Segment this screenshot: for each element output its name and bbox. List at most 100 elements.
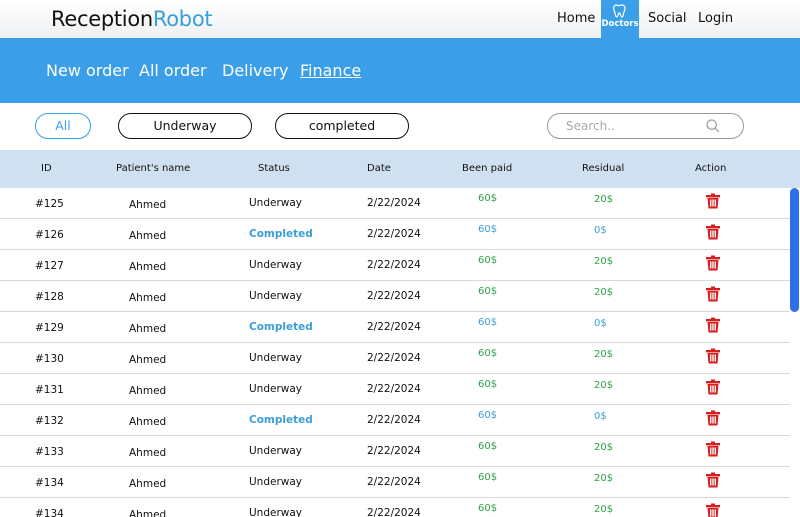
cell-been-paid: 60$ bbox=[478, 286, 498, 297]
cell-patient-name: Ahmed bbox=[129, 230, 167, 242]
trash-icon[interactable] bbox=[705, 348, 721, 364]
cell-patient-name: Ahmed bbox=[129, 292, 167, 304]
cell-date: 2/22/2024 bbox=[367, 383, 421, 395]
nav-doctors-label: Doctors bbox=[601, 19, 639, 29]
trash-icon[interactable] bbox=[705, 441, 721, 457]
nav-login[interactable]: Login bbox=[698, 11, 733, 26]
tab-all-order[interactable]: All order bbox=[139, 61, 207, 80]
cell-patient-name: Ahmed bbox=[129, 447, 167, 459]
cell-residual: 20$ bbox=[594, 287, 614, 298]
cell-date: 2/22/2024 bbox=[367, 414, 421, 426]
cell-date: 2/22/2024 bbox=[367, 197, 421, 209]
trash-icon[interactable] bbox=[705, 410, 721, 426]
cell-id: #132 bbox=[35, 415, 64, 427]
table-scrollbar[interactable] bbox=[790, 188, 799, 312]
cell-id: #133 bbox=[35, 446, 64, 458]
cell-date: 2/22/2024 bbox=[367, 228, 421, 240]
trash-icon[interactable] bbox=[705, 286, 721, 302]
cell-status: Completed bbox=[249, 321, 313, 333]
table-row: #127 Ahmed Underway 2/22/2024 60$ 20$ bbox=[0, 250, 790, 281]
cell-status: Underway bbox=[249, 445, 303, 457]
cell-been-paid: 60$ bbox=[478, 472, 498, 483]
table-row: #131 Ahmed Underway 2/22/2024 60$ 20$ bbox=[0, 374, 790, 405]
search-box bbox=[547, 113, 744, 139]
header-date: Date bbox=[367, 163, 391, 174]
top-bar: ReceptionRobot Home Doctors Social Login bbox=[0, 0, 800, 38]
cell-been-paid: 60$ bbox=[478, 441, 498, 452]
cell-id: #127 bbox=[35, 260, 64, 272]
tab-delivery[interactable]: Delivery bbox=[222, 61, 288, 80]
cell-residual: 20$ bbox=[594, 194, 614, 205]
cell-status: Underway bbox=[249, 259, 303, 271]
cell-been-paid: 60$ bbox=[478, 317, 498, 328]
cell-patient-name: Ahmed bbox=[129, 354, 167, 366]
cell-id: #134 bbox=[35, 477, 64, 489]
cell-residual: 20$ bbox=[594, 349, 614, 360]
tab-new-order[interactable]: New order bbox=[46, 61, 129, 80]
tab-finance[interactable]: Finance bbox=[300, 61, 361, 80]
cell-been-paid: 60$ bbox=[478, 224, 498, 235]
filter-completed-button[interactable]: completed bbox=[275, 113, 409, 139]
table-row: #133 Ahmed Underway 2/22/2024 60$ 20$ bbox=[0, 436, 790, 467]
cell-patient-name: Ahmed bbox=[129, 323, 167, 335]
cell-patient-name: Ahmed bbox=[129, 509, 167, 517]
cell-date: 2/22/2024 bbox=[367, 290, 421, 302]
cell-residual: 20$ bbox=[594, 473, 614, 484]
cell-id: #128 bbox=[35, 291, 64, 303]
header-action: Action bbox=[695, 163, 727, 174]
table-row: #129 Ahmed Completed 2/22/2024 60$ 0$ bbox=[0, 312, 790, 343]
filter-all-button[interactable]: All bbox=[35, 113, 91, 139]
header-status: Status bbox=[258, 163, 290, 174]
nav-social[interactable]: Social bbox=[648, 11, 687, 26]
search-input[interactable] bbox=[566, 118, 706, 134]
cell-been-paid: 60$ bbox=[478, 193, 498, 204]
cell-patient-name: Ahmed bbox=[129, 261, 167, 273]
cell-id: #125 bbox=[35, 198, 64, 210]
cell-id: #131 bbox=[35, 384, 64, 396]
table-row: #126 Ahmed Completed 2/22/2024 60$ 0$ bbox=[0, 219, 790, 250]
cell-patient-name: Ahmed bbox=[129, 478, 167, 490]
trash-icon[interactable] bbox=[705, 317, 721, 333]
cell-been-paid: 60$ bbox=[478, 410, 498, 421]
cell-residual: 20$ bbox=[594, 256, 614, 267]
cell-residual: 20$ bbox=[594, 504, 614, 515]
cell-patient-name: Ahmed bbox=[129, 385, 167, 397]
tooth-icon bbox=[613, 4, 626, 18]
cell-residual: 0$ bbox=[594, 411, 607, 422]
brand-logo[interactable]: ReceptionRobot bbox=[51, 7, 213, 31]
trash-icon[interactable] bbox=[705, 255, 721, 271]
cell-residual: 20$ bbox=[594, 380, 614, 391]
cell-status: Underway bbox=[249, 476, 303, 488]
cell-been-paid: 60$ bbox=[478, 348, 498, 359]
header-been-paid: Been paid bbox=[462, 163, 513, 174]
header-residual: Residual bbox=[582, 163, 625, 174]
cell-status: Completed bbox=[249, 414, 313, 426]
cell-status: Underway bbox=[249, 290, 303, 302]
table-row: #132 Ahmed Completed 2/22/2024 60$ 0$ bbox=[0, 405, 790, 436]
cell-status: Underway bbox=[249, 197, 303, 209]
cell-been-paid: 60$ bbox=[478, 379, 498, 390]
header-patient-name: Patient's name bbox=[116, 163, 191, 174]
cell-date: 2/22/2024 bbox=[367, 507, 421, 517]
table-row: #134 Ahmed Underway 2/22/2024 60$ 20$ bbox=[0, 467, 790, 498]
cell-been-paid: 60$ bbox=[478, 255, 498, 266]
nav-home[interactable]: Home bbox=[557, 11, 595, 26]
cell-status: Underway bbox=[249, 352, 303, 364]
trash-icon[interactable] bbox=[705, 503, 721, 517]
trash-icon[interactable] bbox=[705, 224, 721, 240]
search-icon[interactable] bbox=[705, 118, 721, 134]
cell-patient-name: Ahmed bbox=[129, 416, 167, 428]
trash-icon[interactable] bbox=[705, 472, 721, 488]
table-row: #125 Ahmed Underway 2/22/2024 60$ 20$ bbox=[0, 188, 790, 219]
cell-date: 2/22/2024 bbox=[367, 321, 421, 333]
nav-doctors[interactable]: Doctors bbox=[601, 0, 639, 38]
cell-status: Underway bbox=[249, 507, 303, 517]
brand-part-2: Robot bbox=[152, 7, 213, 31]
table-row: #128 Ahmed Underway 2/22/2024 60$ 20$ bbox=[0, 281, 790, 312]
cell-date: 2/22/2024 bbox=[367, 445, 421, 457]
filter-underway-button[interactable]: Underway bbox=[118, 113, 252, 139]
section-tabs-bar: New order All order Delivery Finance bbox=[0, 38, 800, 103]
trash-icon[interactable] bbox=[705, 379, 721, 395]
trash-icon[interactable] bbox=[705, 193, 721, 209]
table-header: ID Patient's name Status Date Been paid … bbox=[0, 150, 800, 188]
